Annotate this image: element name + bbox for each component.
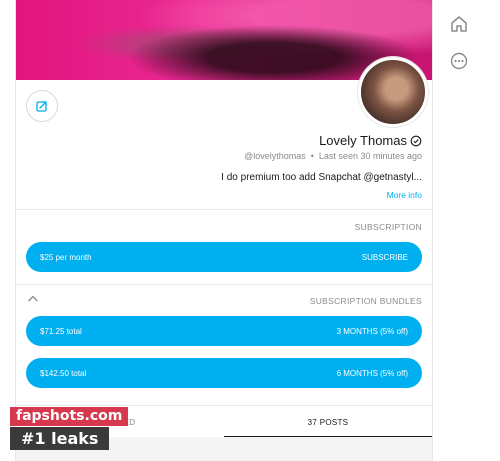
tab-posts[interactable]: 37 POSTS — [224, 406, 432, 438]
watermark-tagline: #1 leaks — [10, 427, 110, 450]
divider — [16, 209, 432, 210]
bundle-title: 3 MONTHS (5% off) — [336, 326, 408, 336]
bundle-title: 6 MONTHS (5% off) — [336, 368, 408, 378]
bundles-label: SUBSCRIPTION BUNDLES — [309, 296, 422, 306]
profile-name: Lovely Thomas — [319, 133, 407, 148]
profile-column: Lovely Thomas @lovelythomas • Last seen 30… — [15, 0, 433, 461]
bundle-total: $142.50 total — [40, 368, 87, 378]
share-button[interactable] — [26, 90, 58, 122]
bundle-6-months-button[interactable]: $142.50 total 6 MONTHS (5% off) — [26, 358, 422, 388]
share-icon — [36, 101, 47, 112]
profile-bio: I do premium too add Snapchat @getnastyl… — [221, 172, 422, 183]
home-icon[interactable] — [449, 14, 469, 34]
more-info-link[interactable]: More info — [387, 190, 422, 200]
bundle-total: $71.25 total — [40, 326, 82, 336]
subscribe-button[interactable]: $25 per month SUBSCRIBE — [26, 242, 422, 272]
subscription-label: SUBSCRIPTION — [354, 222, 422, 232]
last-seen: Last seen 30 minutes ago — [318, 151, 422, 161]
profile-meta: @lovelythomas • Last seen 30 minutes ago — [244, 151, 422, 161]
profile-handle: @lovelythomas — [244, 151, 306, 161]
bundle-3-months-button[interactable]: $71.25 total 3 MONTHS (5% off) — [26, 316, 422, 346]
subscribe-price: $25 per month — [40, 252, 92, 262]
chevron-up-icon[interactable] — [27, 294, 39, 304]
profile-name-row: Lovely Thomas — [319, 133, 422, 148]
tab-posts-label: 37 POSTS — [307, 417, 349, 427]
verified-icon — [410, 135, 422, 146]
subscribe-label: SUBSCRIBE — [361, 252, 408, 262]
divider — [16, 284, 432, 285]
watermark-site: fapshots.com — [10, 407, 129, 426]
more-icon[interactable] — [449, 51, 469, 71]
avatar[interactable] — [358, 57, 428, 127]
